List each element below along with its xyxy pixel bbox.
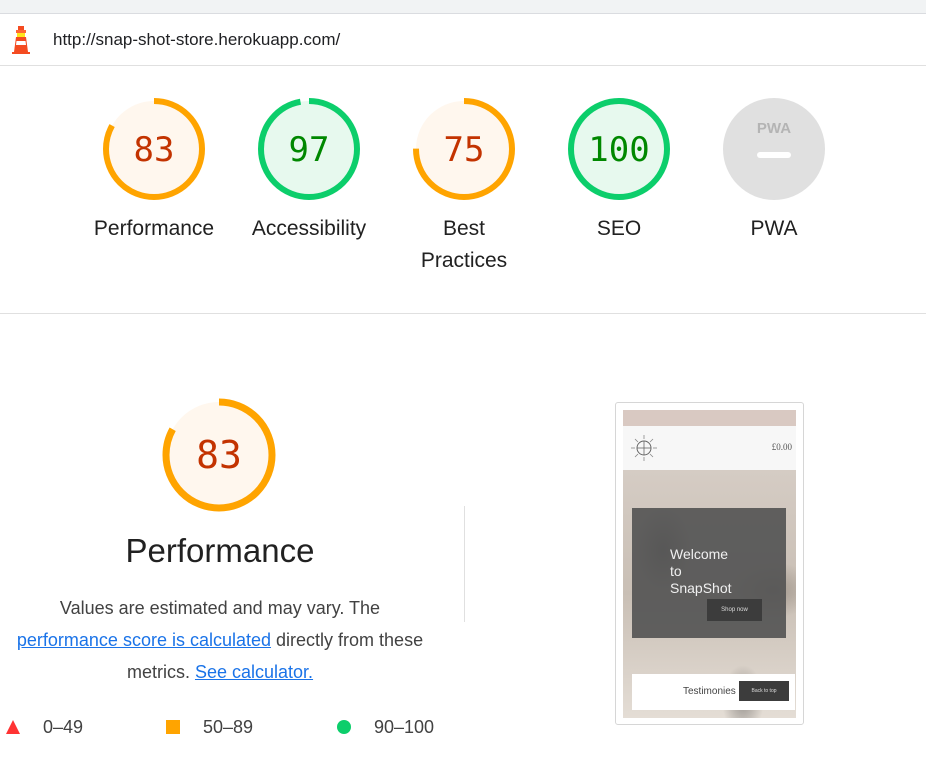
vertical-divider [464, 506, 465, 622]
legend-range: 50–89 [203, 717, 254, 737]
performance-title: Performance [125, 532, 315, 569]
screenshot-testimonies: Testimonies [683, 686, 736, 697]
gauge-seo[interactable]: 100 SEO [544, 97, 694, 245]
gauge-performance[interactable]: 83 Performance [79, 97, 229, 245]
gauge-score: 83 [196, 433, 242, 477]
gauge-label: Performance [93, 217, 215, 240]
performance-gauge-large: 83 [161, 397, 277, 513]
gauge-score: 97 [289, 130, 330, 170]
performance-description: Values are estimated and may vary. The p… [10, 592, 430, 688]
score-calculated-link[interactable]: performance score is calculated [17, 630, 271, 650]
description-text: Values are estimated and may vary. The [59, 598, 381, 618]
see-calculator-link[interactable]: See calculator. [195, 662, 313, 682]
screenshot-back-to-top: Back to top [739, 681, 789, 701]
gauge-ring: 97 [258, 98, 360, 200]
gauge-ring: 100 [568, 98, 670, 200]
square-icon [166, 720, 180, 734]
report-url-bar: http://snap-shot-store.herokuapp.com/ [0, 14, 926, 66]
pwa-badge-text: PWA [757, 120, 791, 137]
gauge-label: SEO [596, 217, 642, 240]
gauge-score: 83 [134, 130, 175, 170]
gauge-score: 75 [444, 130, 485, 170]
gauge-ring: 83 [103, 98, 205, 200]
circle-icon [337, 720, 351, 734]
gauge-accessibility[interactable]: 97 Accessibility [234, 97, 384, 245]
gauge-best-practices[interactable]: 75 Best Practices [389, 97, 539, 277]
gauge-score: 100 [588, 130, 649, 170]
legend-range: 90–100 [374, 717, 435, 737]
gauge-label: Accessibility [251, 217, 367, 240]
screenshot-footer: Testimonies Back to top [632, 674, 795, 710]
cart-total: £0.00 [771, 442, 792, 452]
hero-line: Welcome [670, 546, 729, 562]
final-screenshot[interactable]: £0.00 Welcome to SnapShot Shop now Testi… [615, 402, 804, 725]
gauge-ring: 75 [413, 98, 515, 200]
browser-tab-strip [0, 0, 926, 14]
gauge-label: PWA [750, 217, 798, 240]
legend-range: 0–49 [43, 717, 84, 737]
screenshot-header: £0.00 [623, 426, 796, 470]
gauge-ring: 83 [162, 398, 276, 512]
sun-logo-icon [631, 435, 657, 461]
screenshot-shop-button: Shop now [707, 599, 762, 621]
gauge-pwa[interactable]: PWA PWA [699, 97, 849, 245]
triangle-icon [6, 720, 20, 734]
screenshot-hero-heading: Welcome to SnapShot [670, 546, 750, 597]
gauge-label: Best Practices [420, 217, 508, 272]
screenshot-image: £0.00 Welcome to SnapShot Shop now Testi… [623, 410, 796, 718]
screenshot-top-banner [623, 410, 796, 426]
hero-line: SnapShot [670, 580, 732, 596]
section-divider [0, 313, 926, 314]
lighthouse-logo-icon [12, 26, 30, 54]
hero-line: to [670, 563, 682, 579]
report-url[interactable]: http://snap-shot-store.herokuapp.com/ [53, 30, 340, 50]
pwa-badge-icon: PWA [723, 98, 825, 200]
dash-icon [757, 152, 791, 158]
